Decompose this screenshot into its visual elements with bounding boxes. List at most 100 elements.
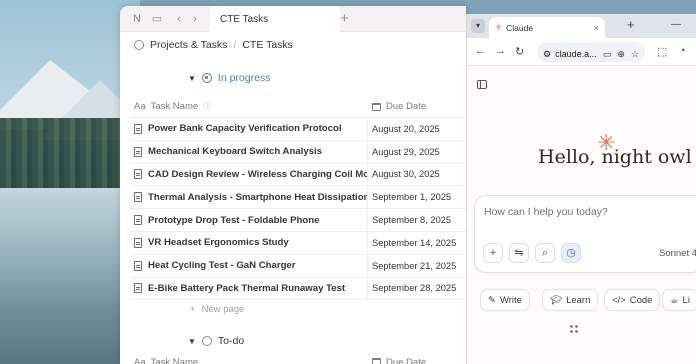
add-attachment-button[interactable]: + (483, 243, 503, 263)
task-name: Heat Cycling Test - GaN Charger (148, 260, 296, 272)
table-row[interactable]: E-Bike Battery Pack Thermal Runaway Test… (130, 277, 466, 301)
back-arrow-icon[interactable]: ← (475, 45, 486, 57)
prompt-placeholder[interactable]: How can I help you today? (484, 206, 608, 218)
address-bar[interactable]: ⚙ claude.a... ▭ ⊕ ☆ (537, 42, 645, 62)
task-name: CAD Design Review - Wireless Charging Co… (148, 168, 368, 180)
more-options-grid-icon[interactable] (569, 324, 579, 334)
forest (0, 118, 140, 188)
task-name: Mechanical Keyboard Switch Analysis (148, 146, 322, 158)
column-label: Due Date (386, 101, 427, 112)
column-task-name[interactable]: Aa Task Name (130, 357, 368, 364)
table-row[interactable]: Prototype Drop Test - Foldable Phone Sept… (130, 209, 466, 232)
chip-label: Write (499, 294, 522, 306)
new-page-button[interactable]: + New page (190, 304, 244, 315)
claude-sidebar-toggle-icon[interactable] (477, 80, 487, 89)
due-date-cell[interactable]: September 8, 2025 (368, 215, 451, 225)
forward-arrow-icon[interactable]: → (495, 45, 506, 57)
group-in-progress[interactable]: ▼ In progress (188, 72, 270, 84)
chip-label: Learn (566, 294, 591, 306)
task-name-cell[interactable]: Heat Cycling Test - GaN Charger (130, 254, 368, 277)
page-icon (134, 123, 142, 134)
task-name: Power Bank Capacity Verification Protoco… (148, 123, 342, 135)
prompt-composer[interactable]: How can I help you today? + ⇋ ⌕ ◷ Sonnet… (474, 195, 696, 273)
learn-chip[interactable]: 🎓︎ Learn (542, 289, 599, 311)
page-icon (134, 283, 142, 294)
task-name-cell[interactable]: VR Headset Ergonomics Study (130, 231, 368, 254)
table-row[interactable]: CAD Design Review - Wireless Charging Co… (130, 163, 466, 187)
chip-label: Code (629, 294, 653, 306)
collapse-triangle-icon[interactable]: ▼ (188, 74, 196, 83)
group-to-do[interactable]: ▼ To-do (188, 335, 244, 347)
tab-label: CTE Tasks (220, 14, 269, 25)
table-row[interactable]: Heat Cycling Test - GaN Charger September… (130, 254, 466, 278)
forward-arrow-icon[interactable]: › (188, 12, 202, 26)
extensions-icon[interactable]: ⬚ (657, 45, 667, 58)
due-date-cell[interactable]: August 20, 2025 (368, 124, 440, 134)
task-name: Thermal Analysis - Smartphone Heat Dissi… (148, 191, 368, 203)
due-date-cell[interactable]: August 29, 2025 (368, 147, 440, 157)
projects-gear-icon (134, 40, 144, 50)
to-do-status-icon (201, 336, 212, 346)
task-name-cell[interactable]: Prototype Drop Test - Foldable Phone (130, 209, 368, 231)
task-name: VR Headset Ergonomics Study (148, 237, 289, 249)
cast-icon[interactable]: ▭ (603, 49, 612, 60)
life-stuff-chip[interactable]: ☕︎ Li (662, 289, 696, 311)
collapse-triangle-icon[interactable]: ▼ (188, 337, 196, 346)
sidebar-toggle-icon[interactable]: ▭ (150, 12, 164, 26)
browser-tab-strip: ▾ ✳ Claude × + — (467, 14, 696, 38)
group-label: In progress (217, 72, 271, 84)
tab-search-dropdown-icon[interactable]: ▾ (471, 19, 485, 33)
research-search-button[interactable]: ⌕ (535, 243, 555, 263)
reload-icon[interactable]: ↻ (515, 45, 524, 58)
page-icon (134, 215, 142, 226)
due-date-cell[interactable]: September 14, 2025 (368, 238, 456, 248)
calendar-icon (372, 358, 381, 364)
profile-icon[interactable]: ◔ (679, 45, 686, 57)
page-icon (134, 146, 142, 157)
tools-settings-button[interactable]: ⇋ (509, 243, 529, 263)
breadcrumb: Projects & Tasks / CTE Tasks (134, 39, 293, 51)
due-date-cell[interactable]: September 1, 2025 (368, 192, 451, 202)
url-text: claude.a... (555, 49, 597, 59)
tasks-table: Aa Task Name ⓘ Due Date Power Bank Capac… (130, 96, 466, 301)
code-chip[interactable]: </> Code (604, 289, 661, 311)
zoom-icon[interactable]: ⊕ (617, 49, 625, 60)
new-tab-button[interactable]: + (627, 17, 635, 32)
site-settings-icon[interactable]: ⚙ (543, 49, 551, 60)
table-row[interactable]: Thermal Analysis - Smartphone Heat Dissi… (130, 186, 466, 210)
table-row[interactable]: VR Headset Ergonomics Study September 14,… (130, 231, 466, 255)
due-date-cell[interactable]: August 30, 2025 (368, 169, 440, 179)
due-date-cell[interactable]: September 28, 2025 (368, 283, 456, 293)
group-label: To-do (217, 335, 245, 347)
bookmark-star-icon[interactable]: ☆ (631, 49, 639, 60)
task-name-cell[interactable]: Power Bank Capacity Verification Protoco… (130, 118, 368, 140)
tab-claude[interactable]: ✳ Claude × (489, 17, 605, 38)
notion-logo-icon[interactable]: N (130, 12, 144, 26)
extended-thinking-button[interactable]: ◷ (561, 243, 581, 263)
task-name-cell[interactable]: E-Bike Battery Pack Thermal Runaway Test (130, 277, 368, 300)
model-selector[interactable]: Sonnet 4 · (659, 248, 696, 259)
task-name: E-Bike Battery Pack Thermal Runaway Test (148, 282, 346, 294)
due-date-cell[interactable]: September 21, 2025 (368, 261, 456, 271)
claude-favicon-icon: ✳ (495, 22, 503, 32)
tab-cte-tasks[interactable]: CTE Tasks (210, 6, 340, 32)
column-label: Due Date (386, 356, 427, 364)
back-arrow-icon[interactable]: ‹ (172, 12, 186, 26)
column-task-name[interactable]: Aa Task Name ⓘ (130, 101, 368, 112)
close-tab-icon[interactable]: × (594, 23, 599, 33)
task-name-cell[interactable]: Mechanical Keyboard Switch Analysis (130, 140, 368, 163)
chip-label: Li (682, 294, 690, 306)
column-due-date[interactable]: Due Date (368, 357, 426, 364)
new-tab-button[interactable]: + (340, 10, 349, 27)
text-property-icon: Aa (134, 101, 146, 112)
table-row[interactable]: Power Bank Capacity Verification Protoco… (130, 118, 466, 141)
greeting-heading: Hello, night owl (538, 146, 692, 168)
column-due-date[interactable]: Due Date (368, 101, 426, 112)
breadcrumb-projects[interactable]: Projects & Tasks (150, 39, 227, 51)
task-name-cell[interactable]: Thermal Analysis - Smartphone Heat Dissi… (130, 186, 368, 209)
table-row[interactable]: Mechanical Keyboard Switch Analysis Augus… (130, 140, 466, 164)
write-chip[interactable]: ✎ Write (480, 289, 530, 311)
task-name-cell[interactable]: CAD Design Review - Wireless Charging Co… (130, 163, 368, 186)
breadcrumb-cte-tasks[interactable]: CTE Tasks (242, 39, 293, 51)
minimize-icon[interactable]: — (671, 19, 681, 30)
